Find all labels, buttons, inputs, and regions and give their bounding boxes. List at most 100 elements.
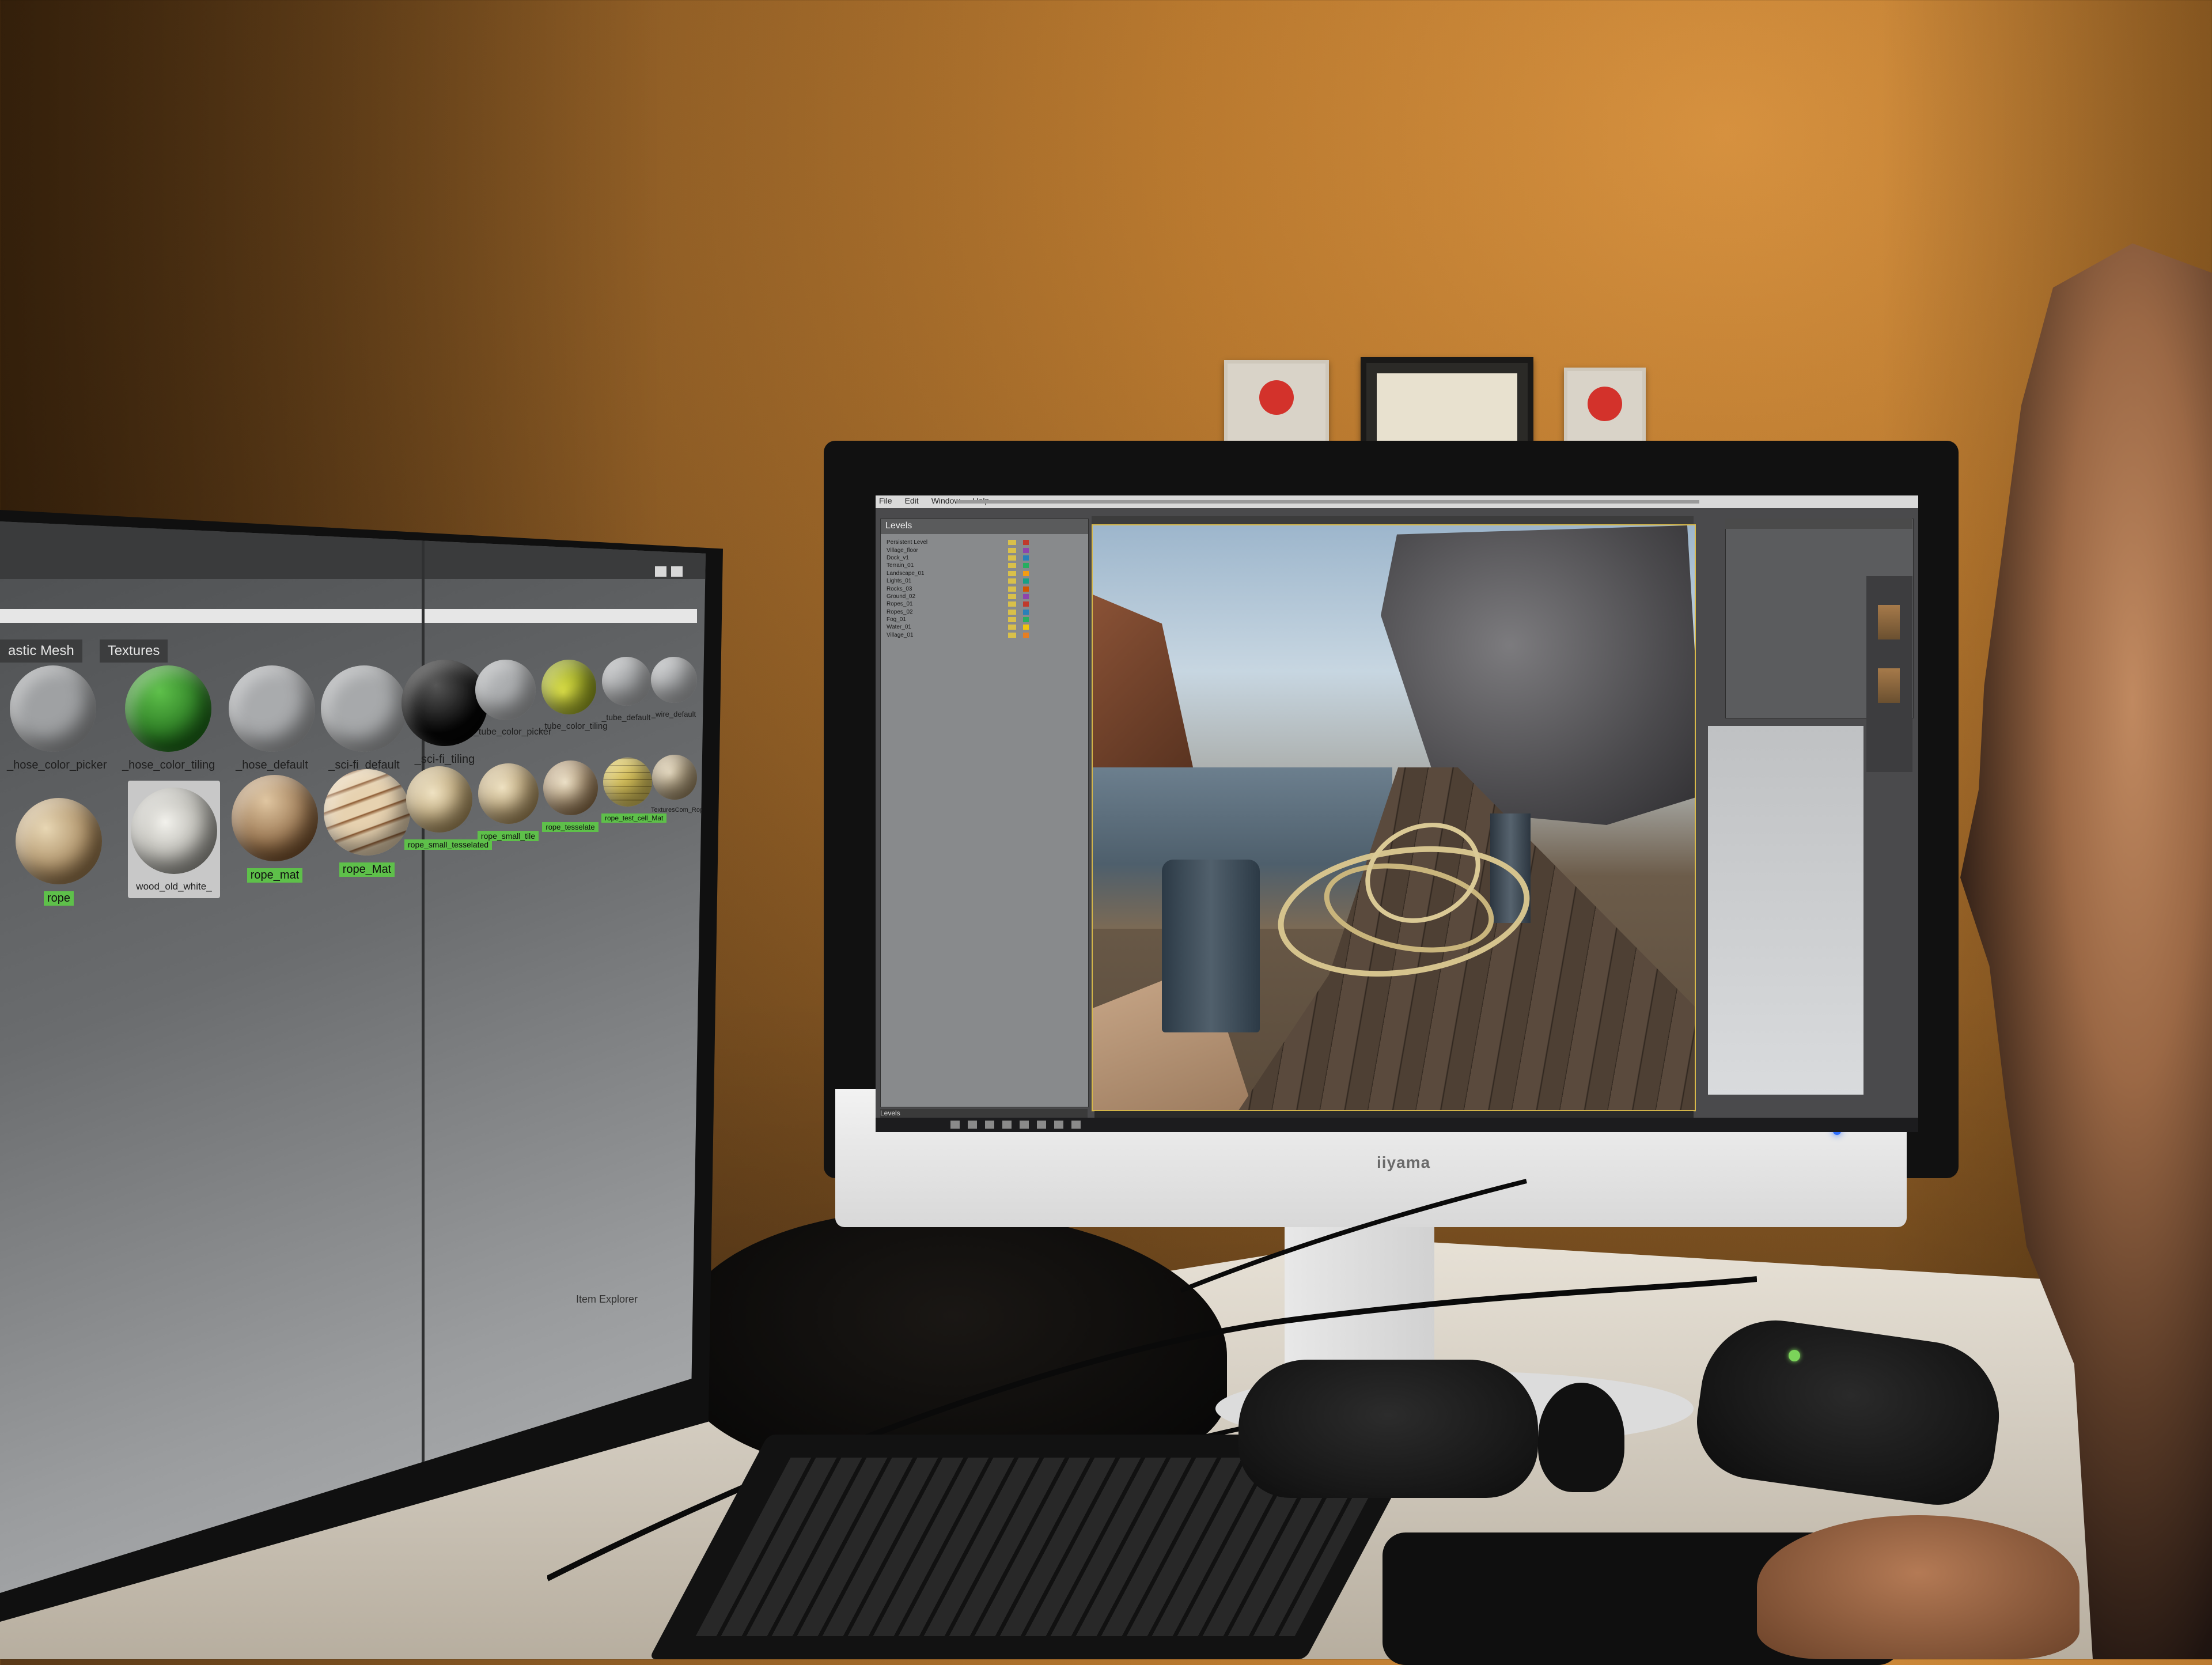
color-swatch[interactable] — [1023, 547, 1029, 553]
color-swatch[interactable] — [1023, 625, 1029, 630]
material-sphere — [650, 657, 697, 703]
tab-static-mesh[interactable]: astic Mesh — [0, 639, 82, 663]
list-item[interactable]: Ropes_02 — [887, 608, 1077, 616]
list-item[interactable]: Landscape_01 — [887, 570, 1077, 577]
material-tile[interactable]: _tube_default — [600, 657, 652, 722]
app-icon[interactable] — [968, 1121, 977, 1129]
material-label: _tube_color_picker — [474, 727, 552, 737]
color-swatch[interactable] — [1023, 609, 1029, 615]
levels-panel: Levels Persistent Level Village_floor Do… — [880, 519, 1089, 1107]
monitor-brand-logo: iiyama — [1377, 1153, 1431, 1171]
material-tile[interactable]: _tube_color_tiling — [540, 660, 608, 731]
color-swatch[interactable] — [1023, 570, 1029, 576]
material-sphere — [475, 660, 536, 720]
level-name: Ground_02 — [887, 593, 916, 600]
material-tile[interactable]: rope_small_tesselated — [404, 766, 493, 850]
material-tile[interactable]: rope_tesselate — [541, 760, 599, 832]
material-sphere — [131, 788, 217, 874]
color-swatch[interactable] — [1023, 632, 1029, 638]
details-panel-header — [1725, 519, 1912, 529]
taskbar — [876, 1118, 1918, 1132]
menu-edit[interactable]: Edit — [905, 496, 919, 505]
app-icon[interactable] — [985, 1121, 994, 1129]
menu-window[interactable]: Window — [931, 496, 960, 505]
list-item[interactable]: Fog_01 — [887, 616, 1077, 623]
material-tile[interactable]: rope_Mat — [321, 769, 413, 877]
material-label: TexturesCom_Rope_ — [651, 807, 706, 813]
material-label: rope_tesselate — [542, 822, 599, 832]
properties-panel — [1708, 726, 1863, 1095]
list-item[interactable]: Village_floor — [887, 546, 1077, 554]
material-tile[interactable]: rope_test_cell_Mat — [601, 758, 667, 823]
material-tile[interactable]: _wire_default — [649, 657, 698, 718]
material-tile[interactable]: rope_small_tile — [476, 763, 540, 842]
levels-panel-title: Levels — [885, 521, 912, 531]
level-name: Village_01 — [887, 631, 914, 638]
thumbnail[interactable] — [1878, 668, 1900, 703]
content-tabs: astic Mesh Textures — [0, 639, 168, 663]
color-swatch[interactable] — [1023, 563, 1029, 569]
list-item[interactable]: Rocks_03 — [887, 585, 1077, 592]
app-icon[interactable] — [1054, 1121, 1063, 1129]
list-item[interactable]: Dock_v1 — [887, 554, 1077, 562]
color-swatch[interactable] — [1023, 617, 1029, 623]
folder-icon — [1008, 632, 1016, 638]
color-swatch[interactable] — [1023, 578, 1029, 584]
level-name: Rocks_03 — [887, 585, 912, 592]
folder-icon — [1008, 540, 1016, 546]
list-item[interactable]: Water_01 — [887, 623, 1077, 631]
list-item[interactable]: Terrain_01 — [887, 562, 1077, 569]
material-tile[interactable]: rope_mat — [229, 775, 321, 883]
material-label: _hose_color_tiling — [122, 759, 215, 771]
material-label: _wire_default — [651, 710, 696, 718]
app-icon[interactable] — [1020, 1121, 1029, 1129]
app-icon[interactable] — [1071, 1121, 1081, 1129]
tab-textures[interactable]: Textures — [99, 639, 168, 663]
material-label: rope_test_cell_Mat — [601, 813, 667, 823]
app-icon[interactable] — [1002, 1121, 1012, 1129]
folder-icon — [1008, 609, 1016, 615]
material-sphere — [324, 769, 410, 856]
minimize-icon[interactable] — [655, 566, 666, 577]
list-item[interactable]: Ground_02 — [887, 593, 1077, 600]
material-label: _tube_color_tiling — [540, 721, 608, 731]
material-tile[interactable]: rope — [13, 798, 105, 906]
color-swatch[interactable] — [1023, 601, 1029, 607]
material-sphere — [543, 760, 598, 815]
3d-viewport[interactable] — [1092, 524, 1696, 1111]
material-sphere — [229, 665, 315, 752]
material-label: rope_Mat — [339, 862, 395, 877]
list-item[interactable]: Lights_01 — [887, 577, 1077, 585]
level-name: Landscape_01 — [887, 570, 925, 577]
close-icon[interactable] — [671, 566, 683, 577]
window-controls — [655, 566, 683, 577]
material-tile[interactable]: _tube_color_picker — [474, 660, 552, 737]
color-swatch[interactable] — [1023, 586, 1029, 592]
material-tile[interactable]: _hose_color_picker — [7, 665, 107, 772]
material-tile[interactable]: _hose_default — [226, 665, 318, 772]
level-name: Terrain_01 — [887, 562, 914, 569]
app-icon[interactable] — [1037, 1121, 1046, 1129]
list-item[interactable]: Village_01 — [887, 631, 1077, 639]
material-tile[interactable]: _hose_color_tiling — [122, 665, 215, 772]
material-sphere — [16, 798, 102, 884]
color-swatch[interactable] — [1023, 593, 1029, 599]
material-tile[interactable]: TexturesCom_Rope_ — [651, 755, 706, 813]
viewport-toolbar[interactable] — [1092, 516, 1694, 524]
list-item[interactable]: Persistent Level — [887, 539, 1077, 546]
viewport-status-bar — [1094, 1111, 1694, 1118]
material-tile[interactable]: _sci-fi_default — [318, 665, 410, 772]
list-item[interactable]: Ropes_01 — [887, 600, 1077, 608]
color-swatch[interactable] — [1023, 540, 1029, 546]
thumbnail[interactable] — [1878, 605, 1900, 639]
material-label: _tube_default — [601, 713, 651, 722]
app-icon[interactable] — [950, 1121, 960, 1129]
level-name: Fog_01 — [887, 616, 906, 623]
menu-file[interactable]: File — [879, 496, 892, 505]
color-swatch[interactable] — [1023, 555, 1029, 561]
level-name: Lights_01 — [887, 578, 912, 585]
material-sphere — [125, 665, 211, 752]
path-bar[interactable] — [0, 609, 697, 623]
material-tile-selected[interactable]: wood_old_white_ — [128, 781, 220, 898]
hand — [1757, 1515, 2080, 1659]
